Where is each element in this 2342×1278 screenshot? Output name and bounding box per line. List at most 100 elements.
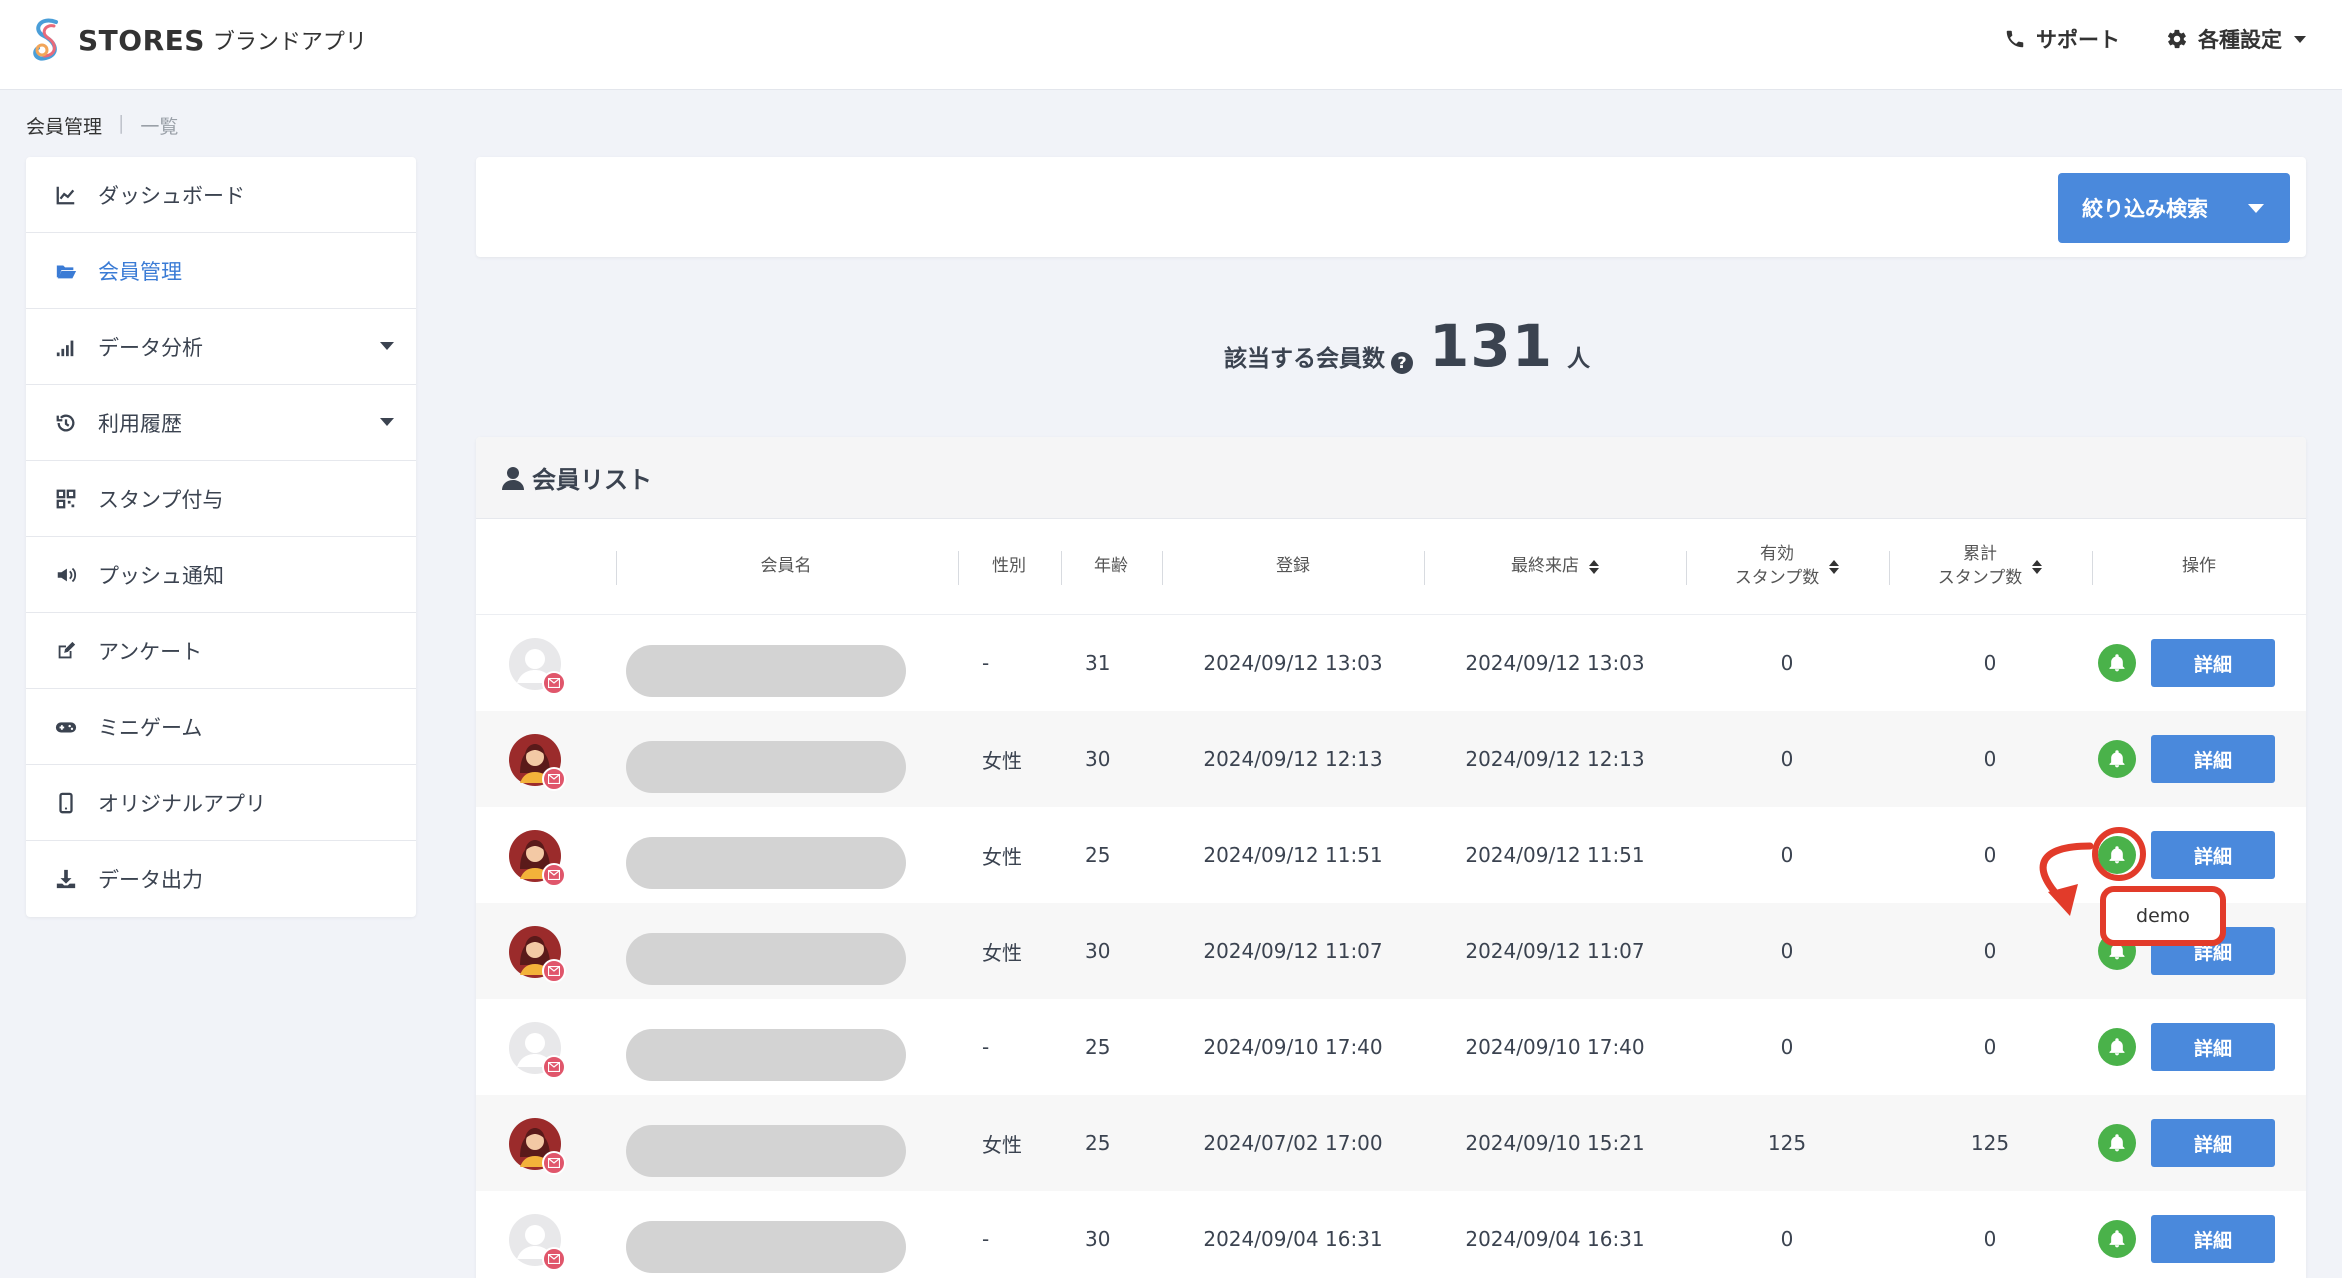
sidebar-item-data-export[interactable]: データ出力 [26, 841, 416, 917]
cell-age: 30 [1085, 1227, 1111, 1251]
brand-subtitle: ブランドアプリ [212, 30, 367, 55]
sidebar-item-data-analysis[interactable]: データ分析 [26, 309, 416, 385]
cell-gender: 女性 [982, 940, 1022, 965]
filter-panel: 絞り込み検索 [476, 157, 2306, 257]
sidebar-item-label: 会員管理 [98, 259, 182, 284]
sidebar-item-minigame[interactable]: ミニゲーム [26, 689, 416, 765]
avatar [508, 637, 566, 695]
member-count-summary: 該当する会員数 ? 131 人 [1224, 312, 1590, 380]
cell-registered: 2024/09/10 17:40 [1203, 1035, 1383, 1059]
settings-menu[interactable]: 各種設定 [2166, 24, 2306, 54]
filter-search-button[interactable]: 絞り込み検索 [2058, 173, 2290, 243]
folder-open-icon [54, 259, 78, 283]
sidebar-item-original-app[interactable]: オリジナルアプリ [26, 765, 416, 841]
breadcrumb-separator: | [118, 112, 125, 134]
bell-icon[interactable] [2098, 1124, 2136, 1162]
breadcrumb-parent[interactable]: 会員管理 [26, 112, 102, 139]
sidebar-item-push-notification[interactable]: プッシュ通知 [26, 537, 416, 613]
member-list-header: 会員リスト [476, 437, 2306, 519]
cell-gender: 女性 [982, 1132, 1022, 1157]
detail-button[interactable]: 詳細 [2151, 639, 2275, 687]
cell-age: 25 [1085, 1131, 1111, 1155]
chart-line-icon [54, 183, 78, 207]
sidebar-item-label: スタンプ付与 [98, 487, 224, 512]
detail-button[interactable]: 詳細 [2151, 1023, 2275, 1071]
filter-search-label: 絞り込み検索 [2082, 197, 2208, 221]
detail-button[interactable]: 詳細 [2151, 831, 2275, 879]
col-header-total-stamps[interactable]: 累計 スタンプ数 [1889, 519, 2091, 615]
detail-button[interactable]: 詳細 [2151, 1215, 2275, 1263]
member-name-redacted [626, 1125, 906, 1177]
member-count-unit: 人 [1567, 346, 1591, 372]
cell-total: 125 [1970, 1131, 2010, 1155]
table-row: - 31 2024/09/12 13:03 2024/09/12 13:03 0 0 詳細 [476, 615, 2306, 711]
mail-badge-icon [542, 1151, 566, 1175]
table-header: 会員名 性別 年齢 登録 最終来店 有効 スタンプ数 累計 スタンプ数 操作 [476, 519, 2306, 615]
cell-last-visit: 2024/09/10 15:21 [1465, 1131, 1645, 1155]
sidebar: ダッシュボード 会員管理 データ分析 利用履歴 スタンプ付与 プッシュ通知 アン… [26, 157, 416, 917]
qrcode-icon [54, 487, 78, 511]
sidebar-item-dashboard[interactable]: ダッシュボード [26, 157, 416, 233]
table-row: - 30 2024/09/04 16:31 2024/09/04 16:31 0 0 詳細 [476, 1191, 2306, 1278]
cell-valid: 0 [1780, 843, 1794, 867]
cell-age: 25 [1085, 843, 1111, 867]
cell-registered: 2024/07/02 17:00 [1203, 1131, 1383, 1155]
cell-registered: 2024/09/12 11:07 [1203, 939, 1383, 963]
cell-valid: 0 [1780, 1227, 1794, 1251]
cell-valid: 0 [1780, 651, 1794, 675]
cell-total: 0 [1983, 1035, 1997, 1059]
sort-icon [1589, 560, 1599, 574]
mail-badge-icon [542, 1055, 566, 1079]
support-link[interactable]: サポート [2004, 24, 2120, 54]
cell-last-visit: 2024/09/12 13:03 [1465, 651, 1645, 675]
signal-bars-icon [54, 335, 78, 359]
mail-badge-icon [542, 1247, 566, 1271]
sidebar-item-stamp-grant[interactable]: スタンプ付与 [26, 461, 416, 537]
mail-badge-icon [542, 671, 566, 695]
sidebar-item-label: 利用履歴 [98, 411, 182, 436]
mail-badge-icon [542, 863, 566, 887]
cell-valid: 0 [1780, 1035, 1794, 1059]
mail-badge-icon [542, 959, 566, 983]
sidebar-item-survey[interactable]: アンケート [26, 613, 416, 689]
member-name-redacted [626, 741, 906, 793]
chevron-down-icon [380, 418, 394, 426]
col-header-last-visit[interactable]: 最終来店 [1424, 519, 1686, 615]
cell-registered: 2024/09/12 13:03 [1203, 651, 1383, 675]
bell-icon[interactable] [2098, 1028, 2136, 1066]
sidebar-item-label: オリジナルアプリ [98, 791, 266, 816]
cell-valid: 0 [1780, 747, 1794, 771]
bell-tooltip: demo [2100, 886, 2226, 946]
support-label: サポート [2036, 28, 2120, 52]
bell-icon[interactable] [2098, 644, 2136, 682]
avatar [508, 1021, 566, 1079]
detail-button[interactable]: 詳細 [2151, 1119, 2275, 1167]
sort-icon [2032, 560, 2043, 574]
user-icon [502, 466, 524, 490]
table-row: 女性 25 2024/07/02 17:00 2024/09/10 15:21 125 1… [476, 1095, 2306, 1191]
sidebar-item-members[interactable]: 会員管理 [26, 233, 416, 309]
bell-icon[interactable] [2098, 1220, 2136, 1258]
bell-icon[interactable] [2098, 740, 2136, 778]
edit-icon [54, 639, 78, 663]
stores-logo[interactable]: STORES ブランドアプリ [26, 14, 367, 66]
detail-button[interactable]: 詳細 [2151, 735, 2275, 783]
avatar [508, 829, 566, 887]
stores-logo-icon [33, 18, 58, 61]
chevron-down-icon [2248, 204, 2264, 213]
cell-gender: 女性 [982, 844, 1022, 869]
cell-total: 0 [1983, 747, 1997, 771]
cell-age: 31 [1085, 651, 1111, 675]
top-header: STORES ブランドアプリ サポート 各種設定 [0, 0, 2342, 90]
col-header-valid-stamps[interactable]: 有効 スタンプ数 [1686, 519, 1888, 615]
question-circle-icon[interactable]: ? [1391, 351, 1413, 374]
sidebar-item-usage-history[interactable]: 利用履歴 [26, 385, 416, 461]
member-name-redacted [626, 1029, 906, 1081]
brand-name: STORES [78, 23, 205, 57]
cell-registered: 2024/09/12 11:51 [1203, 843, 1383, 867]
cell-age: 25 [1085, 1035, 1111, 1059]
sidebar-item-label: ミニゲーム [98, 715, 203, 740]
col-header-gender: 性別 [992, 556, 1026, 577]
sidebar-item-label: ダッシュボード [98, 183, 245, 208]
cell-valid: 125 [1767, 1131, 1807, 1155]
